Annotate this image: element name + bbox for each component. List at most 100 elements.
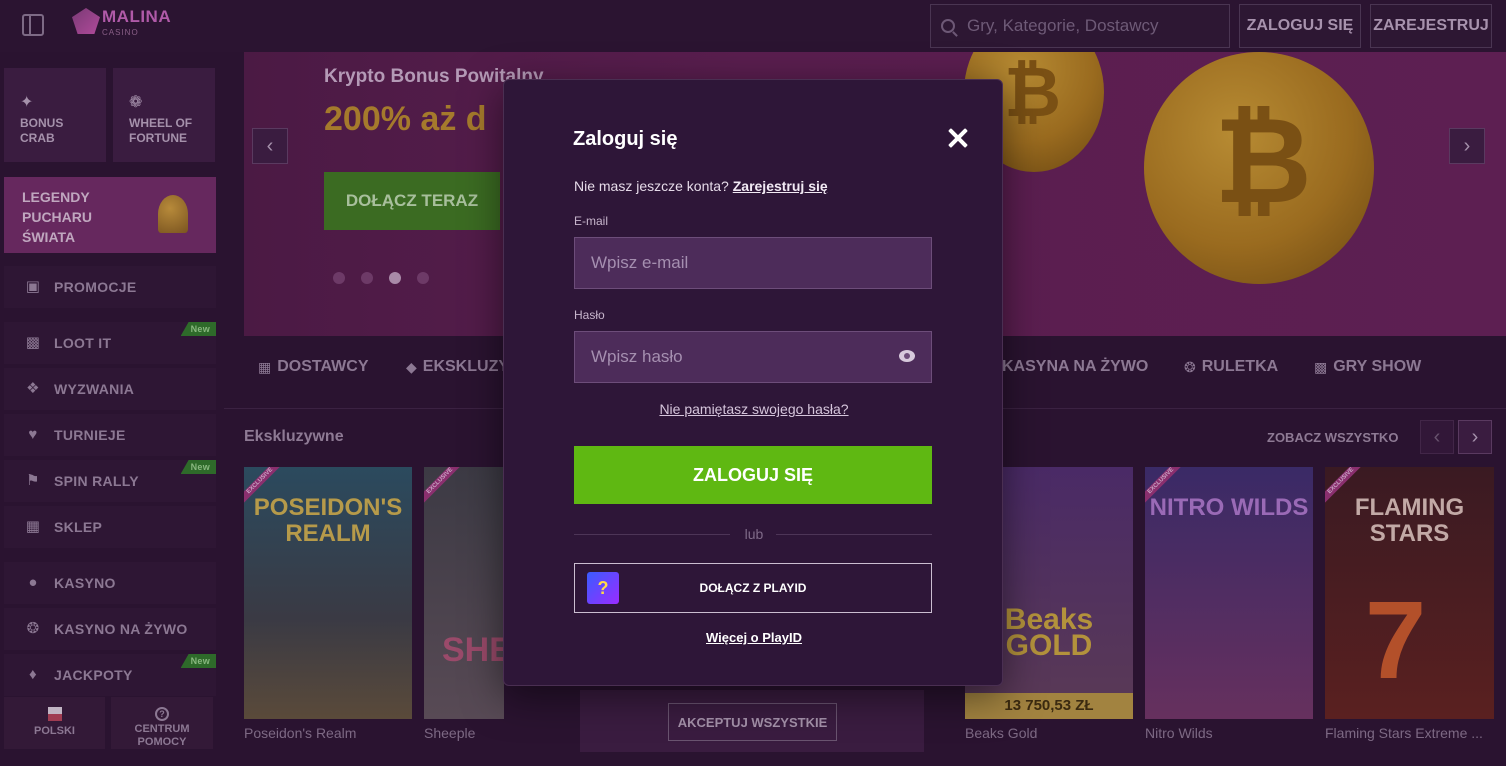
slide-dot[interactable] — [361, 272, 373, 284]
category-label: GRY SHOW — [1333, 358, 1422, 375]
sidebar-item-loot-it[interactable]: ▩ LOOT IT New — [4, 322, 216, 364]
sidebar-toggle-icon[interactable] — [22, 14, 44, 36]
sidebar-item-label: SPIN RALLY — [54, 473, 139, 489]
seven-icon: 7 — [1365, 579, 1427, 702]
login-button[interactable]: ZALOGUJ SIĘ — [574, 446, 932, 504]
trophy-icon — [158, 195, 188, 233]
slide-dots — [333, 272, 445, 284]
category-dostawcy[interactable]: ▦ DOSTAWCY — [258, 358, 369, 376]
playid-icon: ? — [587, 572, 619, 604]
slide-dot[interactable] — [417, 272, 429, 284]
game-art-title: POSEIDON'S REALM — [253, 494, 403, 547]
grid-icon: ▦ — [258, 358, 272, 375]
crab-icon: ✦ — [20, 94, 34, 111]
slide-dot-active[interactable] — [389, 272, 401, 284]
gift-icon: ▣ — [25, 278, 41, 295]
chip-icon: ❂ — [26, 620, 40, 637]
forgot-password-link[interactable]: Nie pamiętasz swojego hasła? — [504, 401, 1004, 417]
banner-headline: 200% aż d — [324, 100, 487, 138]
help-icon: ? — [155, 707, 169, 721]
banner-next-button[interactable]: › — [1449, 128, 1485, 164]
category-gry-show[interactable]: ▩ GRY SHOW — [1314, 358, 1421, 376]
game-card-poseidons-realm[interactable]: EXCLUSIVE POSEIDON'S REALM — [244, 467, 412, 719]
category-label: EKSKLUZY — [422, 358, 510, 375]
email-input[interactable] — [591, 253, 891, 273]
sidebar-item-jackpoty[interactable]: ♦ JACKPOTY New — [4, 654, 216, 696]
chest-icon: ▩ — [25, 334, 41, 351]
accept-cookies-button[interactable]: AKCEPTUJ WSZYSTKIE — [668, 703, 837, 741]
see-all-link[interactable]: ZOBACZ WSZYSTKO — [1267, 430, 1398, 445]
wheel-icon: ❁ — [129, 94, 143, 111]
sidebar-item-sklep[interactable]: ▦ SKLEP — [4, 506, 216, 548]
password-field[interactable] — [574, 331, 932, 383]
game-name[interactable]: Flaming Stars Extreme ... — [1325, 725, 1483, 741]
playid-label: DOŁĄCZ Z PLAYID — [699, 581, 807, 595]
top-header: MALINA CASINO ZALOGUJ SIĘ ZAREJESTRUJ — [0, 0, 1506, 52]
more-playid-link[interactable]: Więcej o PlayID — [504, 630, 1004, 645]
banner-prev-button[interactable]: ‹ — [252, 128, 288, 164]
game-name[interactable]: Poseidon's Realm — [244, 725, 356, 741]
or-text: lub — [744, 526, 764, 542]
game-name[interactable]: Nitro Wilds — [1145, 725, 1213, 741]
language-selector[interactable]: POLSKI — [4, 697, 105, 749]
sidebar-item-spin-rally[interactable]: ⚑ SPIN RALLY New — [4, 460, 216, 502]
sidebar-item-turnieje[interactable]: ♥ TURNIEJE — [4, 414, 216, 456]
email-field[interactable] — [574, 237, 932, 289]
roulette-icon: ❂ — [1184, 358, 1196, 375]
sidebar-tile-wheel-of-fortune[interactable]: ❁ WHEEL OF FORTUNE — [113, 68, 215, 162]
sidebar-item-promocje[interactable]: ▣ PROMOCJE — [4, 266, 216, 308]
shop-icon: ▦ — [25, 518, 41, 535]
sidebar-promo-world-cup[interactable]: LEGENDY PUCHARU ŚWIATA — [4, 177, 216, 253]
new-badge: New — [180, 654, 216, 668]
language-label: POLSKI — [34, 725, 75, 737]
search-box[interactable] — [930, 4, 1230, 48]
playid-button[interactable]: ? DOŁĄCZ Z PLAYID — [574, 563, 932, 613]
new-badge: New — [180, 322, 216, 336]
game-card-sheeple[interactable]: EXCLUSIVE SHE — [424, 467, 504, 719]
sidebar-item-label: SKLEP — [54, 519, 103, 535]
sidebar-item-label: LOOT IT — [54, 335, 112, 351]
game-card-flaming-stars[interactable]: EXCLUSIVE FLAMING STARS 7 — [1325, 467, 1494, 719]
close-icon[interactable] — [947, 127, 969, 149]
logo[interactable]: MALINA CASINO — [72, 8, 171, 42]
help-center-button[interactable]: ? CENTRUM POMOCY — [111, 697, 213, 749]
sidebar-item-kasyno[interactable]: ● KASYNO — [4, 562, 216, 604]
section-title: Ekskluzywne — [244, 428, 344, 445]
login-modal: Zaloguj się Nie masz jeszcze konta? Zare… — [503, 79, 1003, 686]
header-register-button[interactable]: ZAREJESTRUJ — [1370, 4, 1492, 48]
category-ekskluzywne[interactable]: ◆ EKSKLUZY — [406, 358, 509, 376]
game-name[interactable]: Sheeple — [424, 725, 475, 741]
email-label: E-mail — [574, 214, 609, 228]
header-login-button[interactable]: ZALOGUJ SIĘ — [1239, 4, 1361, 48]
games-next-button[interactable]: › — [1458, 420, 1492, 454]
category-label: RULETKA — [1201, 358, 1279, 375]
cup-icon: ♥ — [28, 426, 38, 443]
sidebar-item-kasyno-na-zywo[interactable]: ❂ KASYNO NA ŻYWO — [4, 608, 216, 650]
bitcoin-coin-icon: ₿ — [1144, 52, 1374, 284]
logo-subtext: CASINO — [102, 28, 139, 37]
register-link[interactable]: Zarejestruj się — [733, 178, 828, 194]
game-name[interactable]: Beaks Gold — [965, 725, 1037, 741]
modal-title: Zaloguj się — [573, 128, 678, 150]
game-art-title: NITRO WILDS — [1149, 494, 1309, 521]
banner-join-button[interactable]: DOŁĄCZ TERAZ — [324, 172, 500, 230]
game-card-nitro-wilds[interactable]: EXCLUSIVE NITRO WILDS — [1145, 467, 1313, 719]
category-ruletka[interactable]: ❂ RULETKA — [1184, 358, 1278, 376]
game-art-title: SHE — [442, 631, 504, 669]
category-kasyna-na-zywo[interactable]: KASYNA NA ŻYWO — [1002, 358, 1148, 376]
sidebar: ✦ BONUS CRAB ❁ WHEEL OF FORTUNE LEGENDY … — [0, 52, 222, 766]
sidebar-item-label: JACKPOTY — [54, 667, 133, 683]
password-label: Hasło — [574, 308, 605, 322]
jackpot-icon: ♦ — [29, 666, 37, 683]
slide-dot[interactable] — [333, 272, 345, 284]
flag-icon: ⚑ — [26, 472, 40, 489]
search-input[interactable] — [967, 16, 1217, 36]
eye-icon[interactable] — [899, 350, 915, 362]
jackpot-amount: 13 750,53 ZŁ — [965, 693, 1133, 719]
password-input[interactable] — [591, 347, 891, 367]
sidebar-item-wyzwania[interactable]: ❖ WYZWANIA — [4, 368, 216, 410]
cherry-icon: ● — [28, 574, 38, 591]
games-prev-button[interactable]: ‹ — [1420, 420, 1454, 454]
sidebar-tile-bonus-crab[interactable]: ✦ BONUS CRAB — [4, 68, 106, 162]
badge-icon: ❖ — [26, 380, 40, 397]
